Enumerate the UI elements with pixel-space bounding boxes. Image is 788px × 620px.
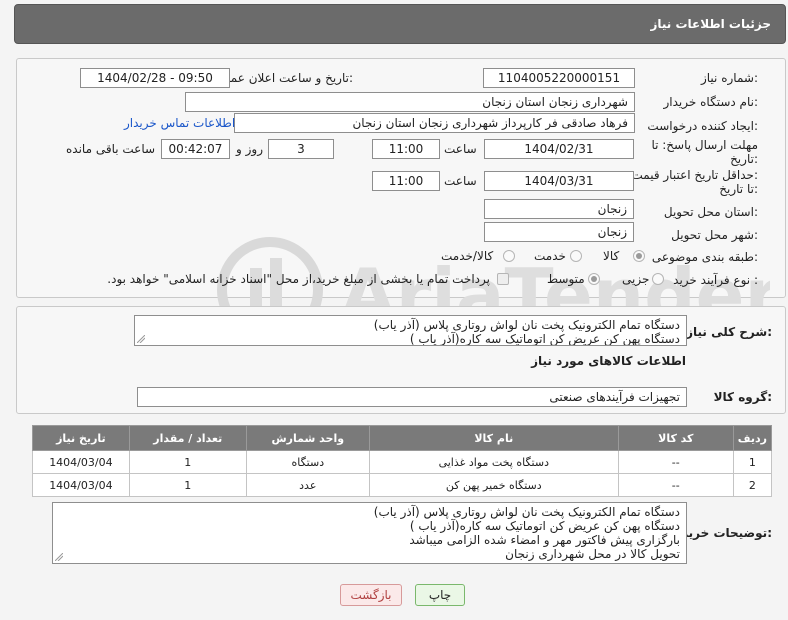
cell-code: -- bbox=[617, 450, 734, 474]
col-date: تاریخ نیاز bbox=[32, 425, 130, 451]
process-option-minor: جزیی bbox=[622, 272, 650, 286]
description-label: شرح کلی نیاز: bbox=[686, 325, 772, 339]
category-label: طبقه بندی موضوعی: bbox=[651, 250, 758, 264]
cell-date: 1404/03/04 bbox=[32, 450, 130, 474]
page-header: جزئیات اطلاعات نیاز bbox=[14, 4, 786, 44]
resize-grip-icon[interactable] bbox=[55, 553, 63, 561]
print-button[interactable]: چاپ bbox=[415, 584, 465, 606]
deadline-date-field: 1404/02/31 bbox=[484, 139, 634, 159]
page-title: جزئیات اطلاعات نیاز bbox=[650, 17, 771, 31]
col-name: نام کالا bbox=[368, 425, 619, 451]
col-unit: واحد شمارش bbox=[245, 425, 370, 451]
resize-grip-icon[interactable] bbox=[137, 335, 145, 343]
description-line-2: دستگاه پهن کن عریض کن اتوماتیک سه کاره(آ… bbox=[409, 332, 680, 346]
deadline-label: مهلت ارسال پاسخ: تا bbox=[651, 138, 758, 152]
goods-group-field: تجهیزات فرآیندهای صنعتی bbox=[137, 387, 687, 407]
cell-qty: 1 bbox=[128, 473, 247, 497]
validity-label: حداقل تاریخ اعتبار قیمت: bbox=[631, 168, 758, 182]
process-radio-minor[interactable] bbox=[652, 273, 664, 285]
validity-label-date: تا تاریخ: bbox=[719, 182, 758, 196]
deadline-time-label: ساعت bbox=[444, 142, 477, 156]
table-row: 2 -- دستگاه خمیر پهن کن عدد 1 1404/03/04 bbox=[32, 473, 773, 497]
process-label: نوع فرآیند خرید : bbox=[673, 273, 758, 287]
days-field: 3 bbox=[268, 139, 334, 159]
buyer-notes-textarea: دستگاه تمام الکترونیک پخت نان لواش روتار… bbox=[52, 502, 687, 564]
remaining-time-label: ساعت باقی مانده bbox=[66, 142, 156, 156]
need-number-label: شماره نیاز: bbox=[700, 71, 758, 85]
need-number-field: 1104005220000151 bbox=[483, 68, 635, 88]
cell-row: 1 bbox=[732, 450, 773, 474]
deadline-label-date: تاریخ: bbox=[730, 152, 758, 166]
validity-date-field: 1404/03/31 bbox=[484, 171, 634, 191]
buyer-field: شهرداری زنجان استان زنجان bbox=[185, 92, 635, 112]
cell-unit: عدد bbox=[245, 473, 370, 497]
city-field: زنجان bbox=[484, 222, 634, 242]
cell-row: 2 bbox=[732, 473, 773, 497]
goods-table: ردیف کد کالا نام کالا واحد شمارش تعداد /… bbox=[32, 425, 773, 497]
cell-name: دستگاه پخت مواد غذایی bbox=[368, 450, 619, 474]
payment-checkbox[interactable] bbox=[497, 273, 509, 285]
goods-section-title: اطلاعات کالاهای مورد نیاز bbox=[531, 354, 686, 368]
category-radio-service[interactable] bbox=[570, 250, 582, 262]
payment-note: پرداخت تمام یا بخشی از مبلغ خرید،از محل … bbox=[107, 272, 490, 286]
category-option-goods: کالا bbox=[603, 249, 620, 263]
description-line-1: دستگاه تمام الکترونیک پخت نان لواش روتار… bbox=[373, 318, 680, 332]
creator-label: ایجاد کننده درخواست: bbox=[647, 119, 758, 133]
cell-qty: 1 bbox=[128, 450, 247, 474]
buyer-notes-line-4: تحویل کالا در محل شهرداری زنجان bbox=[505, 547, 680, 561]
cell-code: -- bbox=[617, 473, 734, 497]
category-option-goods-service: کالا/خدمت bbox=[441, 249, 494, 263]
province-label: استان محل تحویل: bbox=[663, 205, 758, 219]
cell-date: 1404/03/04 bbox=[32, 473, 130, 497]
days-label: روز و bbox=[236, 142, 263, 156]
table-row: 1 -- دستگاه پخت مواد غذایی دستگاه 1 1404… bbox=[32, 450, 773, 474]
process-radio-medium[interactable] bbox=[588, 273, 600, 285]
validity-time-label: ساعت bbox=[444, 174, 477, 188]
category-option-service: خدمت bbox=[534, 249, 566, 263]
buyer-notes-line-3: بارگزاری پیش فاکتور مهر و امضاء شده الزا… bbox=[409, 533, 680, 547]
description-textarea: دستگاه تمام الکترونیک پخت نان لواش روتار… bbox=[134, 315, 687, 346]
deadline-time-field: 11:00 bbox=[372, 139, 440, 159]
creator-field: فرهاد صادقی فر کارپرداز شهرداری زنجان اس… bbox=[234, 113, 635, 133]
province-field: زنجان bbox=[484, 199, 634, 219]
city-label: شهر محل تحویل: bbox=[671, 228, 758, 242]
goods-group-label: گروه کالا: bbox=[713, 390, 772, 404]
category-radio-goods-service[interactable] bbox=[503, 250, 515, 262]
validity-time-field: 11:00 bbox=[372, 171, 440, 191]
remaining-time-field: 00:42:07 bbox=[161, 139, 230, 159]
category-radio-goods[interactable] bbox=[633, 250, 645, 262]
cell-unit: دستگاه bbox=[245, 450, 370, 474]
buyer-contact-link[interactable]: اطلاعات تماس خریدار bbox=[124, 116, 235, 130]
buyer-label: نام دستگاه خریدار: bbox=[663, 95, 759, 109]
col-qty: تعداد / مقدار bbox=[128, 425, 247, 451]
cell-name: دستگاه خمیر پهن کن bbox=[368, 473, 619, 497]
buyer-notes-line-2: دستگاه پهن کن عریض کن اتوماتیک سه کاره(آ… bbox=[409, 519, 680, 533]
back-button[interactable]: بازگشت bbox=[340, 584, 402, 606]
announce-datetime-field: 1404/02/28 - 09:50 bbox=[80, 68, 230, 88]
col-row: ردیف bbox=[732, 425, 773, 451]
col-code: کد کالا bbox=[617, 425, 734, 451]
process-option-medium: متوسط bbox=[547, 272, 585, 286]
buyer-notes-line-1: دستگاه تمام الکترونیک پخت نان لواش روتار… bbox=[373, 505, 680, 519]
goods-table-header: ردیف کد کالا نام کالا واحد شمارش تعداد /… bbox=[32, 425, 773, 451]
